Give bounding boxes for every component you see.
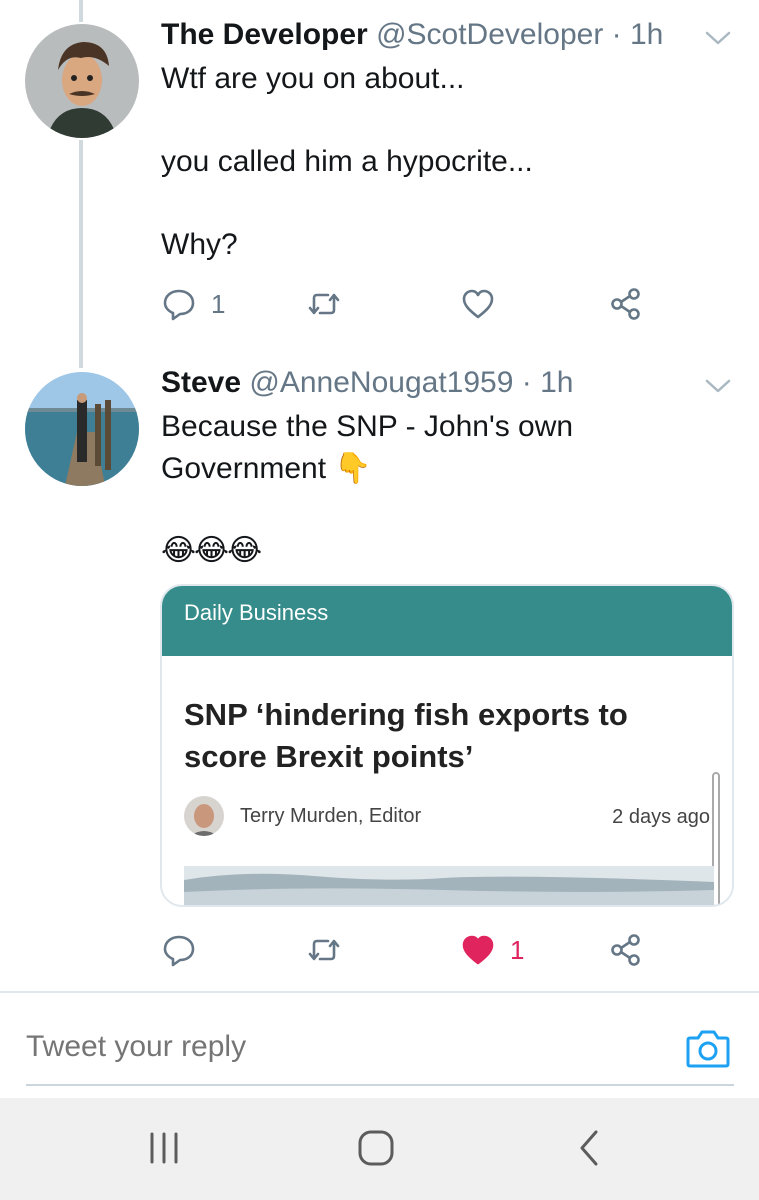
chevron-down-icon[interactable]: [704, 24, 732, 52]
card-author: Terry Murden, Editor: [184, 796, 421, 836]
reply-icon: [163, 289, 195, 321]
card-source: Daily Business: [162, 586, 732, 656]
card-author-name: Terry Murden, Editor: [240, 804, 422, 827]
tweet-text-line: Because the SNP - John's own: [161, 410, 574, 443]
reply-underline: [26, 1084, 734, 1086]
tweet-text-line: Wtf are you on about...: [161, 62, 465, 95]
divider: [0, 991, 759, 993]
like-button[interactable]: [460, 286, 496, 322]
tweet-text-line: Why?: [161, 228, 238, 261]
retweet-icon: [308, 293, 340, 315]
recent-apps-icon[interactable]: [144, 1128, 184, 1168]
retweet-button[interactable]: [306, 286, 342, 322]
reply-input[interactable]: [26, 1030, 666, 1064]
author-handle[interactable]: @ScotDeveloper: [376, 18, 603, 51]
avatar-the-developer[interactable]: [25, 24, 139, 138]
share-icon: [611, 288, 640, 320]
system-nav-bar: [0, 1098, 759, 1200]
heart-icon: [462, 935, 494, 965]
retweet-icon: [308, 939, 340, 961]
author-handle[interactable]: @AnneNougat1959: [249, 366, 513, 399]
share-icon: [611, 934, 640, 966]
share-button[interactable]: [608, 932, 644, 968]
chevron-down-icon[interactable]: [704, 372, 732, 400]
tweet-text-line: you called him a hypocrite...: [161, 145, 533, 178]
tweet-header: Steve @AnneNougat1959 · 1h: [161, 366, 573, 400]
card-headline: SNP ‘hindering fish exports to score Bre…: [184, 697, 628, 774]
tweet-time: 1h: [540, 366, 574, 399]
camera-icon[interactable]: [684, 1024, 732, 1072]
retweet-button[interactable]: [306, 932, 342, 968]
reply-button[interactable]: [161, 932, 197, 968]
back-icon[interactable]: [570, 1128, 610, 1168]
tweet-text-emoji: 😂😂😂: [161, 534, 262, 567]
heart-icon: [462, 289, 494, 319]
card-date: 2 days ago: [612, 806, 710, 828]
avatar-steve[interactable]: [25, 372, 139, 486]
tweet-time: 1h: [630, 18, 664, 51]
share-button[interactable]: [608, 286, 644, 322]
like-count: 1: [510, 934, 525, 965]
tweet-header: The Developer @ScotDeveloper · 1h: [161, 18, 663, 52]
link-card[interactable]: Daily Business SNP ‘hindering fish expor…: [160, 584, 734, 907]
thread-line-mid: [79, 140, 83, 368]
tweet-text-line: Government 👇: [161, 452, 372, 485]
reply-count: 1: [211, 288, 226, 319]
reply-button[interactable]: 1: [161, 286, 225, 322]
home-icon[interactable]: [356, 1128, 396, 1168]
reply-icon: [163, 935, 195, 967]
separator-dot: ·: [521, 366, 532, 399]
author-name[interactable]: The Developer: [161, 18, 368, 51]
author-avatar: [184, 796, 224, 836]
like-button[interactable]: 1: [460, 932, 524, 968]
thread-line-top: [79, 0, 83, 22]
author-name[interactable]: Steve: [161, 366, 241, 399]
separator-dot: ·: [611, 18, 622, 51]
card-image: [184, 866, 714, 905]
